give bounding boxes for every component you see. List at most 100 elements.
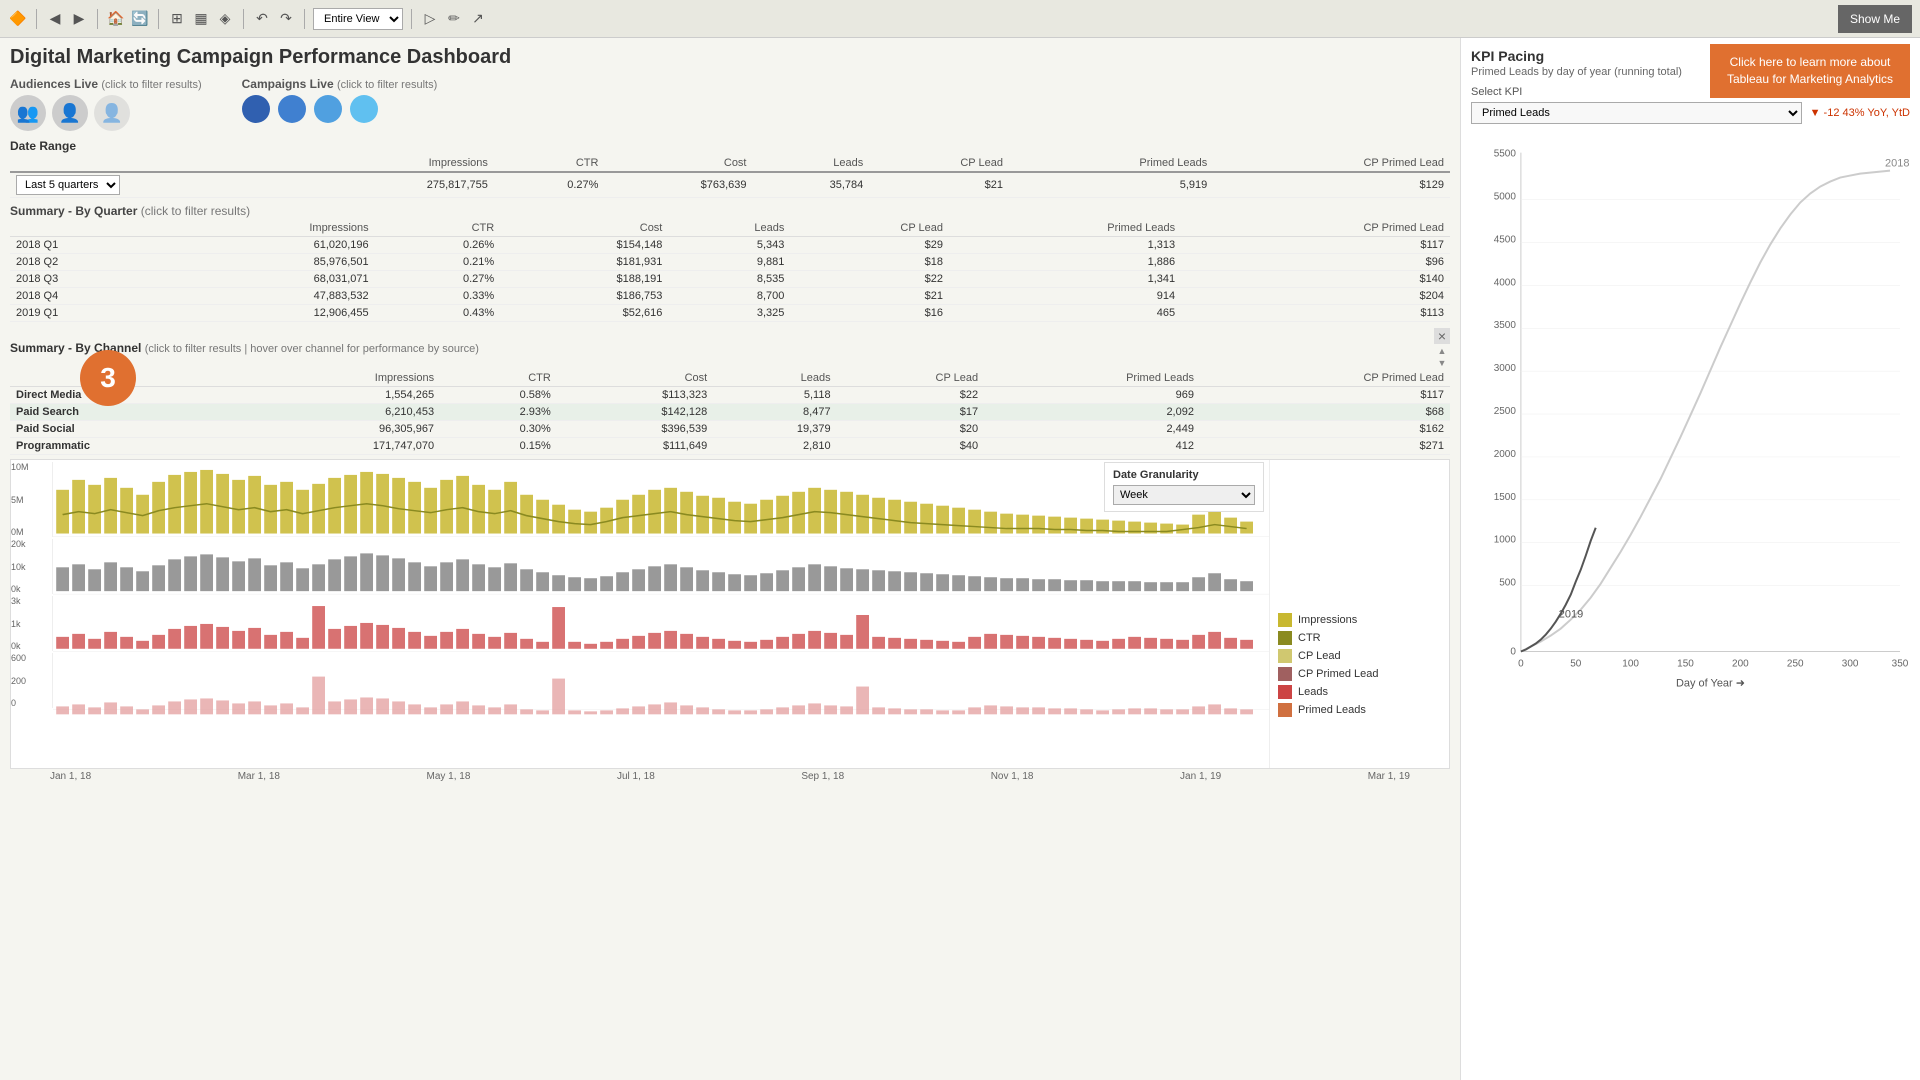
legend-label-cpprimed: CP Primed Lead [1298,668,1379,680]
legend-color-ctr [1278,631,1292,645]
campaign-dots[interactable] [242,95,438,123]
legend-container: Impressions CTR CP Lead CP Primed Lead [1278,613,1441,717]
tableau-logo-icon: 🔶 [8,9,28,29]
channel-cost: $113,323 [557,387,713,404]
svg-text:100: 100 [1622,658,1639,669]
channel-cp-lead: $40 [837,438,985,455]
ch-leads-header: Leads [713,370,836,387]
x-mar19: Mar 1, 19 [1368,771,1410,782]
granularity-select[interactable]: Week [1113,485,1255,505]
undo-icon[interactable]: ↶ [252,9,272,29]
channel-cp-lead: $17 [837,404,985,421]
scroll-up-icon[interactable]: ▲ [1438,346,1447,356]
svg-text:3000: 3000 [1494,363,1517,374]
kpi-chart-svg: 5500 5000 4500 4000 3500 3000 2500 2000 … [1471,132,1910,732]
highlight-icon[interactable]: ◈ [215,9,235,29]
campaign-dot-3[interactable] [314,95,342,123]
col-leads: Leads [753,155,870,172]
col-cp-primed-lead: CP Primed Lead [1213,155,1450,172]
ch-cp-lead-header: CP Lead [837,370,985,387]
annotate-icon[interactable]: ✏ [444,9,464,29]
ch-cp-primed-lead-header: CP Primed Lead [1200,370,1450,387]
date-range-select[interactable]: Last 5 quarters [16,175,120,195]
y-cost-top: 20k [11,539,50,549]
y-leads-zero: 0k [11,641,50,651]
channel-cost: $396,539 [557,421,713,438]
campaign-dot-2[interactable] [278,95,306,123]
audience-icon-group[interactable]: 👥 [10,95,46,131]
kpi-select[interactable]: Primed Leads [1471,102,1802,124]
svg-text:5500: 5500 [1494,149,1517,160]
channel-table: Impressions CTR Cost Leads CP Lead Prime… [10,370,1450,455]
audience-icon-2[interactable]: 👤 [94,95,130,131]
x-nov18: Nov 1, 18 [991,771,1034,782]
granularity-label: Date Granularity [1113,469,1255,481]
channel-row[interactable]: Paid Search 6,210,453 2.93% $142,128 8,4… [10,404,1450,421]
channel-leads: 2,810 [713,438,836,455]
close-channel-btn[interactable]: × [1434,328,1450,344]
x-jan18: Jan 1, 18 [50,771,91,782]
svg-text:Day of Year ➜: Day of Year ➜ [1676,677,1745,689]
forward-icon[interactable]: ▶ [69,9,89,29]
channel-primed-leads: 2,449 [984,421,1200,438]
toolbar: 🔶 ◀ ▶ 🏠 🔄 ⊞ ▦ ◈ ↶ ↷ Entire View ▷ ✏ ↗ Sh… [0,0,1920,38]
legend-label-ctr: CTR [1298,632,1321,644]
totals-table: Impressions CTR Cost Leads CP Lead Prime… [10,155,1450,198]
channel-row[interactable]: Programmatic 171,747,070 0.15% $111,649 … [10,438,1450,455]
channel-row[interactable]: Paid Social 96,305,967 0.30% $396,539 19… [10,421,1450,438]
show-me-button[interactable]: Show Me [1838,5,1912,33]
qtr-primed-leads-header: Primed Leads [949,220,1181,237]
chart-svg [53,460,1269,768]
ch-primed-leads-header: Primed Leads [984,370,1200,387]
campaign-dot-1[interactable] [242,95,270,123]
refresh-icon[interactable]: 🔄 [130,9,150,29]
qtr-col-header [10,220,167,237]
view-dropdown[interactable]: Entire View [313,8,403,30]
quarterly-row[interactable]: 2019 Q1 12,906,455 0.43% $52,616 3,325 $… [10,305,1450,322]
quarterly-row[interactable]: 2018 Q4 47,883,532 0.33% $186,753 8,700 … [10,288,1450,305]
channel-name: Programmatic [10,438,242,455]
quarterly-table: Impressions CTR Cost Leads CP Lead Prime… [10,220,1450,322]
quarterly-row[interactable]: 2018 Q1 61,020,196 0.26% $154,148 5,343 … [10,237,1450,254]
quarterly-row[interactable]: 2018 Q2 85,976,501 0.21% $181,931 9,881 … [10,254,1450,271]
qtr-ctr: 0.26% [375,237,501,254]
col-primed-leads: Primed Leads [1009,155,1213,172]
ch-cost-header: Cost [557,370,713,387]
cta-button[interactable]: Click here to learn more about Tableau f… [1710,44,1910,98]
audiences-section: Audiences Live (click to filter results)… [10,77,202,131]
channel-row[interactable]: Direct Media 1,554,265 0.58% $113,323 5,… [10,387,1450,404]
channel-summary-label: Summary - By Channel (click to filter re… [10,341,479,355]
dashboard-title: Digital Marketing Campaign Performance D… [10,46,1450,69]
audience-icons[interactable]: 👥 👤 👤 [10,95,202,131]
audience-icon-1[interactable]: 👤 [52,95,88,131]
qtr-cost: $154,148 [500,237,668,254]
granularity-box: Date Granularity Week [1104,462,1264,512]
main-container: Digital Marketing Campaign Performance D… [0,38,1920,1080]
home-icon[interactable]: 🏠 [106,9,126,29]
scroll-down-icon[interactable]: ▼ [1438,358,1447,368]
quarterly-tbody: 2018 Q1 61,020,196 0.26% $154,148 5,343 … [10,237,1450,322]
channel-impressions: 96,305,967 [242,421,440,438]
qtr-ctr: 0.27% [375,271,501,288]
present-icon[interactable]: ▷ [420,9,440,29]
qtr-primed-leads: 1,341 [949,271,1181,288]
separator-3 [158,9,159,29]
back-icon[interactable]: ◀ [45,9,65,29]
redo-icon[interactable]: ↷ [276,9,296,29]
quarterly-row[interactable]: 2018 Q3 68,031,071 0.27% $188,191 8,535 … [10,271,1450,288]
left-content: Digital Marketing Campaign Performance D… [0,38,1460,1080]
y-impressions-zero: 0M [11,527,50,537]
y-leads-top: 3k [11,596,50,606]
filter-icon[interactable]: ▦ [191,9,211,29]
svg-text:2019: 2019 [1559,609,1583,621]
share-icon[interactable]: ↗ [468,9,488,29]
view-icon[interactable]: ⊞ [167,9,187,29]
svg-text:1000: 1000 [1494,535,1517,546]
channel-ctr: 0.30% [440,421,557,438]
channel-summary-header: Summary - By Channel (click to filter re… [10,328,1450,368]
svg-text:150: 150 [1677,658,1694,669]
campaign-dot-4[interactable] [350,95,378,123]
qtr-leads: 5,343 [668,237,790,254]
y-impressions-label: 10M [11,462,50,472]
y-impressions-mid: 5M [11,495,50,505]
